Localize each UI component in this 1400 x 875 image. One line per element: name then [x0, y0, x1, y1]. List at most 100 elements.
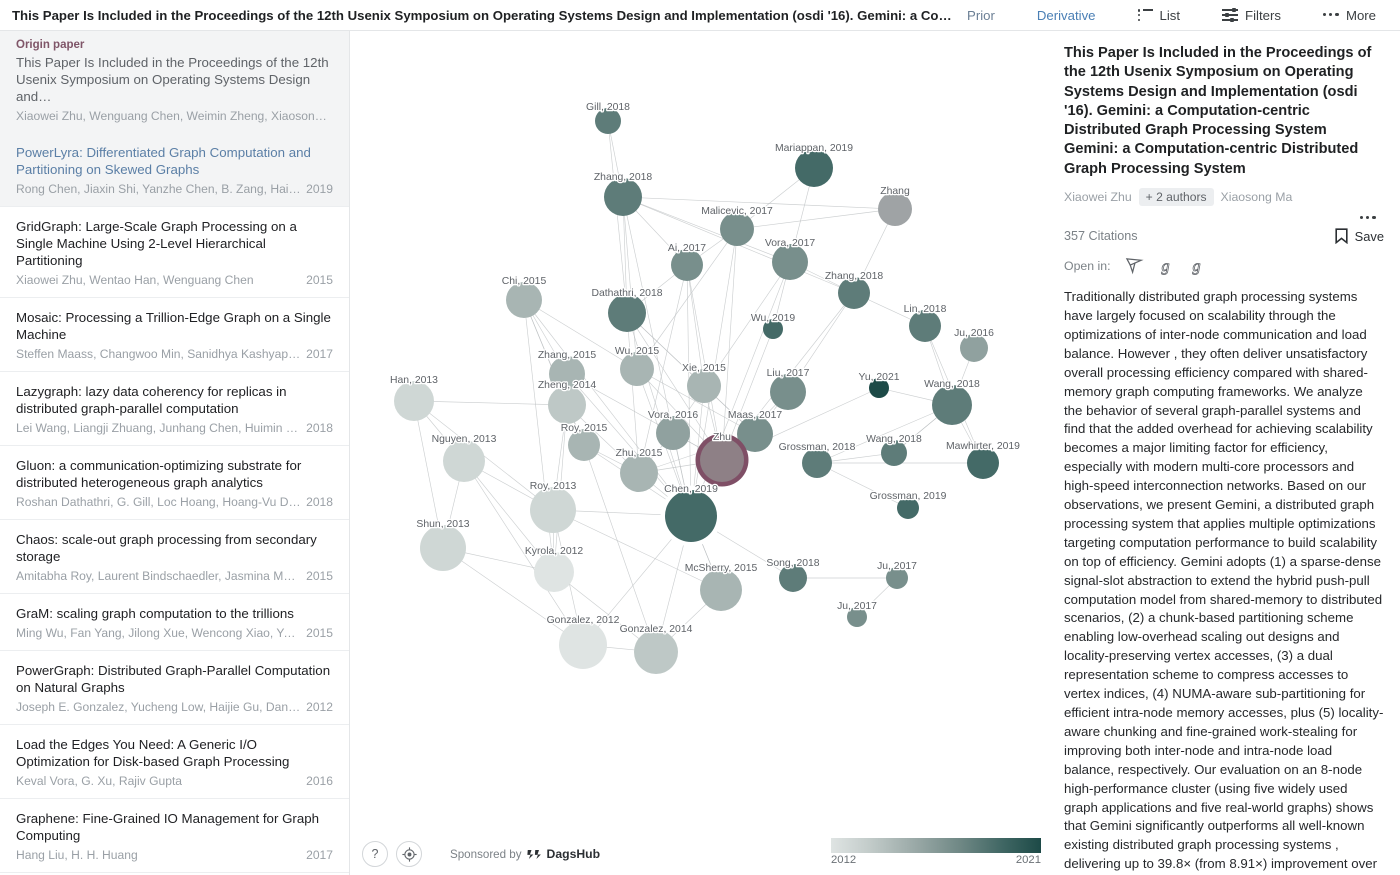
author-first: Xiaowei Zhu	[1064, 190, 1132, 205]
graph-node[interactable]	[548, 386, 586, 424]
graph-node[interactable]	[932, 385, 972, 425]
list-item[interactable]: Lazygraph: lazy data coherency for repli…	[0, 372, 349, 446]
tab-filters[interactable]: Filters	[1212, 4, 1291, 27]
graph-node[interactable]	[506, 282, 542, 318]
graph-node-label: McSherry, 2015	[685, 563, 758, 574]
tab-derivative[interactable]: Derivative	[1027, 4, 1106, 27]
graph-node-label: Lin, 2018	[904, 304, 947, 315]
list-item[interactable]: PowerLyra: Differentiated Graph Computat…	[0, 133, 349, 207]
graph-node[interactable]	[665, 490, 717, 542]
graph-node[interactable]	[620, 454, 658, 492]
list-item-meta: Keval Vora, G. Xu, Rajiv Gupta 2016	[16, 774, 333, 788]
semantic-scholar-icon[interactable]	[1125, 256, 1144, 275]
graph-node[interactable]	[620, 352, 654, 386]
list-item-title: PowerGraph: Distributed Graph-Parallel C…	[16, 663, 331, 695]
ellipsis-icon	[1360, 216, 1376, 220]
citation-count: 357 Citations	[1064, 229, 1138, 244]
list-item-meta: Xiaowei Zhu, Wenguang Chen, Weimin Zheng…	[16, 109, 333, 123]
page-title: This Paper Is Included in the Proceeding…	[12, 7, 955, 23]
tab-filters-label: Filters	[1245, 7, 1281, 23]
graph-node-label: Song, 2018	[766, 558, 819, 569]
graph-node[interactable]	[559, 621, 607, 669]
graph-node[interactable]	[687, 369, 721, 403]
list-item[interactable]: Mosaic: Processing a Trillion-Edge Graph…	[0, 298, 349, 372]
google-scholar-icon[interactable]: g	[1156, 256, 1175, 275]
graph-svg[interactable]: Gill, 2018 Zhang, 2018 Malicevic, 2017 Mari…	[351, 31, 1049, 875]
list-item-meta: Hang Liu, H. H. Huang 2017	[16, 848, 333, 862]
graph-node-label: Roy, 2015	[561, 423, 608, 434]
svg-text:g: g	[1161, 258, 1169, 275]
graph-node[interactable]	[608, 294, 646, 332]
list-item[interactable]: Graphene: Fine-Grained IO Management for…	[0, 799, 349, 873]
graph-node[interactable]	[878, 192, 912, 226]
author-more-button[interactable]: + 2 authors	[1138, 188, 1214, 207]
graph-edge	[721, 228, 738, 461]
paper-list-sidebar[interactable]: Origin paper This Paper Is Included in th…	[0, 31, 350, 875]
list-item-meta: Roshan Dathathri, G. Gill, Loc Hoang, Ho…	[16, 495, 333, 509]
graph-node[interactable]	[720, 212, 754, 246]
graph-node[interactable]	[530, 487, 576, 533]
list-item[interactable]: Gluon: a communication-optimizing substr…	[0, 446, 349, 520]
tab-prior[interactable]: Prior	[957, 4, 1005, 27]
save-button[interactable]: Save	[1335, 228, 1384, 245]
graph-node[interactable]	[656, 416, 690, 450]
save-label: Save	[1354, 228, 1384, 244]
list-item-title: This Paper Is Included in the Proceeding…	[16, 55, 329, 104]
graph-controls[interactable]: ? Sponsored by DagsHub	[362, 841, 600, 867]
list-item-year: 2015	[306, 273, 333, 287]
origin-paper-label: Origin paper	[16, 39, 85, 51]
detail-title: This Paper Is Included in the Proceeding…	[1064, 45, 1372, 177]
list-item-authors: Lei Wang, Liangji Zhuang, Junhang Chen, …	[16, 421, 307, 435]
legend-gradient-bar	[831, 838, 1041, 853]
graph-canvas[interactable]: Gill, 2018 Zhang, 2018 Malicevic, 2017 Mari…	[351, 31, 1049, 875]
list-item[interactable]: Origin paper This Paper Is Included in th…	[0, 31, 349, 133]
graph-node[interactable]	[772, 244, 808, 280]
graph-node[interactable]	[394, 381, 434, 421]
help-button[interactable]: ?	[362, 841, 388, 867]
tab-derivative-label: Derivative	[1036, 7, 1096, 23]
target-icon	[401, 846, 417, 862]
top-bar-actions: Prior Derivative List Filters More	[957, 4, 1400, 27]
graph-node[interactable]	[795, 149, 833, 187]
tab-list[interactable]: List	[1128, 4, 1191, 27]
graph-node-label: Mariappan, 2019	[775, 143, 853, 154]
graph-node-label: Dathathri, 2018	[591, 288, 662, 299]
sponsor-credit[interactable]: Sponsored by DagsHub	[450, 847, 600, 861]
list-item-year: 2018	[306, 495, 333, 509]
graph-node[interactable]	[420, 525, 466, 571]
graph-node[interactable]	[770, 374, 806, 410]
graph-node[interactable]	[534, 552, 574, 592]
list-item-meta: Amitabha Roy, Laurent Bindschaedler, Jas…	[16, 569, 333, 583]
help-label: ?	[371, 847, 379, 861]
list-item[interactable]: GraM: scaling graph computation to the t…	[0, 594, 349, 651]
list-item-title: Chaos: scale-out graph processing from s…	[16, 532, 317, 564]
list-item-title: Graphene: Fine-Grained IO Management for…	[16, 811, 320, 843]
legend-max-year: 2021	[1015, 854, 1041, 866]
google-scholar-alt-icon[interactable]: g	[1187, 256, 1206, 275]
tab-more[interactable]: More	[1313, 4, 1386, 27]
open-in-row: Open in: g g	[1064, 256, 1384, 275]
list-item[interactable]: Load the Edges You Need: A Generic I/O O…	[0, 725, 349, 799]
list-item-year: 2017	[306, 347, 333, 361]
list-item-year: 2015	[306, 569, 333, 583]
graph-node-label: Wu, 2019	[751, 313, 796, 324]
graph-node[interactable]	[700, 569, 742, 611]
list-item-authors: Hang Liu, H. H. Huang	[16, 848, 138, 862]
recenter-button[interactable]	[396, 841, 422, 867]
list-item[interactable]: PowerGraph: Distributed Graph-Parallel C…	[0, 651, 349, 725]
list-item[interactable]: GridGraph: Large-Scale Graph Processing …	[0, 207, 349, 298]
list-item-year: 2016	[306, 774, 333, 788]
graph-node[interactable]	[443, 440, 485, 482]
graph-node[interactable]	[634, 630, 678, 674]
detail-more-menu-button[interactable]	[1064, 216, 1376, 220]
graph-node-label: Gonzalez, 2012	[547, 615, 620, 626]
svg-text:g: g	[1192, 258, 1200, 275]
list-item[interactable]: Chaos: scale-out graph processing from s…	[0, 520, 349, 594]
graph-node-label: Ju, 2017	[877, 561, 917, 572]
graph-node-label: Grossman, 2018	[779, 442, 856, 453]
list-item-authors: Joseph E. Gonzalez, Yucheng Low, Haijie …	[16, 700, 306, 714]
graph-node[interactable]	[700, 438, 744, 482]
graph-node[interactable]	[604, 178, 642, 216]
sponsor-brand: DagsHub	[546, 847, 601, 861]
graph-node-label: Liu, 2017	[767, 368, 810, 379]
